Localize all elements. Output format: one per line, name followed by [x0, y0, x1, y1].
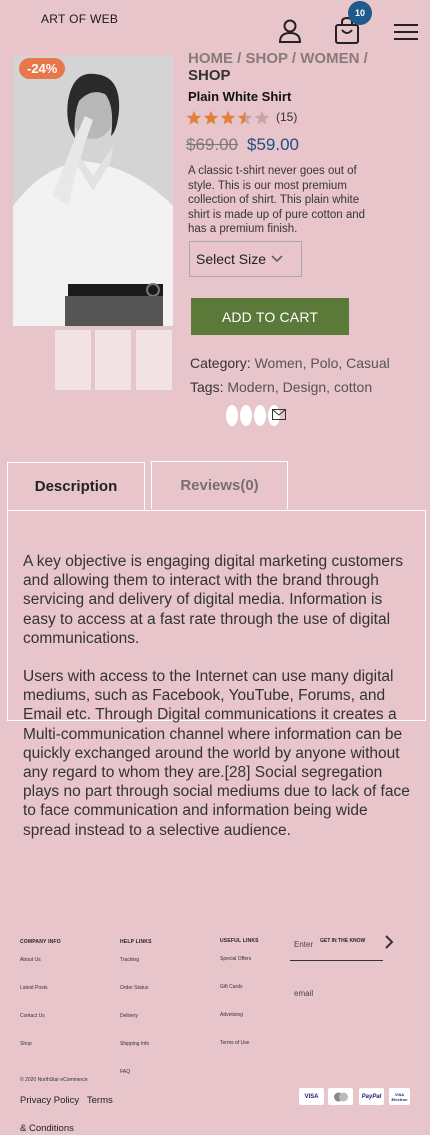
- visa-electron-icon: VISA Electron: [389, 1088, 410, 1105]
- visa-icon: VISA: [299, 1088, 324, 1105]
- footer-link[interactable]: Gift Cards: [220, 984, 243, 990]
- star-icon: [220, 110, 236, 125]
- footer-link[interactable]: FAQ: [120, 1069, 130, 1075]
- product-title: Plain White Shirt: [188, 89, 292, 104]
- rating-stars: [186, 110, 270, 126]
- discount-badge: -24%: [19, 58, 66, 79]
- policy-links: Privacy Policy Terms & Conditions: [20, 1087, 120, 1135]
- star-icon: [186, 110, 202, 125]
- add-to-cart-button[interactable]: ADD TO CART: [191, 298, 349, 335]
- tab-description[interactable]: Description: [7, 462, 145, 510]
- category-links[interactable]: Women, Polo, Casual: [255, 355, 390, 371]
- star-icon: [203, 110, 219, 125]
- footer-link[interactable]: Tracking: [120, 957, 139, 963]
- tab-reviews[interactable]: Reviews(0): [151, 461, 288, 509]
- category-label: Category:: [190, 355, 251, 371]
- privacy-policy-link[interactable]: Privacy Policy: [20, 1095, 79, 1106]
- facebook-icon[interactable]: [226, 405, 238, 426]
- mail-icon[interactable]: [272, 407, 286, 425]
- social-share: [226, 405, 286, 426]
- old-price: $69.00: [186, 135, 238, 154]
- copyright: © 2020 NorthStar eCommerce: [20, 1077, 88, 1083]
- mastercard-icon: [328, 1088, 353, 1105]
- chevron-right-icon[interactable]: [384, 935, 394, 954]
- footer-heading-company: COMPANY INFO: [20, 939, 61, 945]
- brand-logo-text[interactable]: ART OF WEB: [41, 12, 118, 26]
- category-line: Category: Women, Polo, Casual: [190, 355, 390, 371]
- footer-link[interactable]: Delivery: [120, 1013, 138, 1019]
- footer-link[interactable]: Shop: [20, 1041, 32, 1047]
- description-paragraph: Users with access to the Internet can us…: [23, 668, 410, 839]
- footer-link[interactable]: Latest Posts: [20, 985, 48, 991]
- footer-link[interactable]: Shipping Info: [120, 1041, 149, 1047]
- user-icon[interactable]: [277, 18, 303, 44]
- description-paragraph: A key objective is engaging digital mark…: [23, 553, 403, 647]
- twitter-icon[interactable]: [240, 405, 252, 426]
- footer-link[interactable]: Special Offers: [220, 956, 251, 962]
- newsletter-underline: [290, 960, 383, 961]
- email-label: email: [294, 989, 314, 998]
- breadcrumb[interactable]: HOME / SHOP / WOMEN / SHOP: [188, 50, 388, 84]
- product-main-image[interactable]: [13, 56, 173, 326]
- reviews-count[interactable]: (15): [276, 110, 297, 124]
- description-body: A key objective is engaging digital mark…: [23, 552, 415, 840]
- size-select[interactable]: Select Size: [189, 241, 302, 277]
- product-thumbnail[interactable]: [94, 329, 132, 391]
- cart-count-badge: 10: [348, 1, 372, 25]
- footer-link[interactable]: Contact Us: [20, 1013, 45, 1019]
- footer-heading-useful: USEFUL LINKS: [220, 938, 259, 944]
- footer-link[interactable]: Terms of Use: [220, 1040, 249, 1046]
- footer-link[interactable]: Advetising: [220, 1012, 243, 1018]
- star-icon: [237, 110, 253, 125]
- footer-link[interactable]: About Us: [20, 957, 41, 963]
- breadcrumb-current: SHOP: [188, 67, 231, 84]
- paypal-icon: PayPal: [359, 1088, 384, 1105]
- footer-link[interactable]: Order Status: [120, 985, 148, 991]
- tags-label: Tags:: [190, 379, 224, 395]
- footer-heading-help: HELP LINKS: [120, 939, 152, 945]
- star-icon: [254, 110, 270, 125]
- breadcrumb-path[interactable]: HOME / SHOP / WOMEN /: [188, 50, 388, 67]
- product-thumbnail[interactable]: [135, 329, 173, 391]
- pinterest-icon[interactable]: [254, 405, 266, 426]
- hamburger-menu-icon[interactable]: [393, 18, 419, 44]
- newsletter-heading: GET IN THE KNOW: [320, 938, 366, 944]
- tags-line: Tags: Modern, Design, cotton: [190, 379, 372, 395]
- chevron-down-icon: [271, 255, 283, 263]
- newsletter-input[interactable]: Enter: [294, 940, 313, 949]
- product-thumbnail[interactable]: [54, 329, 92, 391]
- tags-links[interactable]: Modern, Design, cotton: [227, 379, 372, 395]
- size-select-label: Select Size: [196, 251, 267, 267]
- short-description: A classic t-shirt never goes out of styl…: [188, 165, 366, 235]
- sale-price: $59.00: [247, 135, 299, 154]
